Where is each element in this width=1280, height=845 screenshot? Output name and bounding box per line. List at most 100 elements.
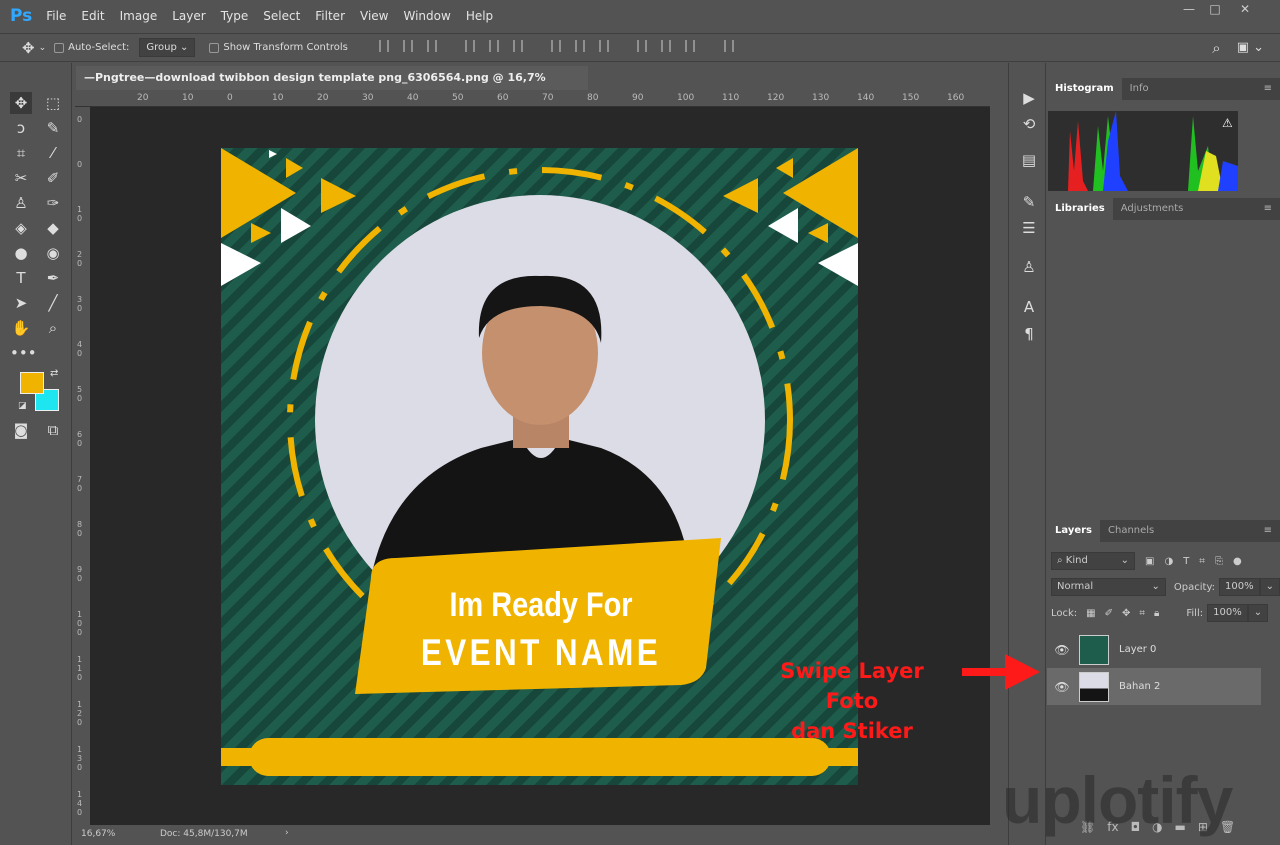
properties-icon[interactable]: ▤ bbox=[1019, 151, 1039, 169]
path-select-icon[interactable]: ➤ bbox=[10, 292, 32, 314]
fill-input[interactable]: 100% bbox=[1207, 604, 1248, 622]
lock-transparent-icon[interactable]: ▦ bbox=[1086, 608, 1095, 619]
move-tool-icon[interactable]: ✥ bbox=[10, 92, 32, 114]
filter-shape-icon[interactable]: ⌗ bbox=[1199, 556, 1205, 567]
blur-tool-icon[interactable]: ● bbox=[10, 242, 32, 264]
filter-toggle[interactable]: ● bbox=[1233, 556, 1242, 567]
close-window-button[interactable]: ✕ bbox=[1234, 2, 1256, 18]
menu-help[interactable]: Help bbox=[466, 9, 493, 23]
align-bottom-icon[interactable] bbox=[426, 40, 437, 52]
quick-mask-icon[interactable]: ◙ bbox=[10, 419, 32, 441]
layer-name[interactable]: Layer 0 bbox=[1119, 644, 1156, 655]
default-colors-icon[interactable]: ◪ bbox=[18, 401, 27, 411]
zoom-level[interactable]: 16,67% bbox=[81, 829, 115, 839]
filter-pixel-icon[interactable]: ▣ bbox=[1145, 556, 1154, 567]
menu-edit[interactable]: Edit bbox=[81, 9, 104, 23]
lock-all-icon[interactable]: 🔒︎ bbox=[1154, 608, 1159, 619]
auto-select-checkbox[interactable] bbox=[54, 42, 65, 53]
auto-select-dropdown[interactable]: Group ⌄ bbox=[139, 38, 196, 57]
opacity-dropdown[interactable]: ⌄ bbox=[1259, 578, 1280, 596]
show-transform-checkbox[interactable] bbox=[209, 42, 220, 53]
menu-select[interactable]: Select bbox=[263, 9, 300, 23]
filter-type-icon[interactable]: T bbox=[1183, 556, 1189, 567]
align-hcenter-icon[interactable] bbox=[489, 40, 500, 52]
align-left-icon[interactable] bbox=[465, 40, 476, 52]
warning-icon[interactable]: ⚠ bbox=[1222, 116, 1233, 130]
tab-layers[interactable]: Layers bbox=[1047, 520, 1100, 542]
tab-histogram[interactable]: Histogram bbox=[1047, 78, 1122, 100]
history-brush-icon[interactable]: ✑ bbox=[42, 192, 64, 214]
stamp-tool-icon[interactable]: ♙ bbox=[10, 192, 32, 214]
distribute-left-icon[interactable] bbox=[637, 40, 648, 52]
tab-channels[interactable]: Channels bbox=[1100, 520, 1162, 542]
screen-mode-icon[interactable]: ⧉ bbox=[42, 419, 64, 441]
paint-bucket-icon[interactable]: ◆ bbox=[42, 217, 64, 239]
lasso-tool-icon[interactable]: ↄ bbox=[10, 117, 32, 139]
menu-image[interactable]: Image bbox=[120, 9, 158, 23]
quick-select-tool-icon[interactable]: ✎ bbox=[42, 117, 64, 139]
zoom-tool-icon[interactable]: ⌕ bbox=[42, 317, 64, 339]
opacity-input[interactable]: 100% bbox=[1219, 578, 1260, 596]
crop-tool-icon[interactable]: ⌗ bbox=[10, 142, 32, 164]
foreground-color-swatch[interactable] bbox=[20, 372, 44, 394]
clone-source-icon[interactable]: ♙ bbox=[1019, 258, 1039, 276]
lock-artboard-icon[interactable]: ⌗ bbox=[1139, 608, 1145, 619]
distribute-vcenter-icon[interactable] bbox=[575, 40, 586, 52]
more-tools-icon[interactable]: ••• bbox=[10, 342, 37, 364]
status-menu-arrow[interactable]: › bbox=[285, 828, 289, 838]
panel-menu-icon[interactable]: ≡ bbox=[1264, 520, 1272, 542]
brush-tool-icon[interactable]: ✐ bbox=[42, 167, 64, 189]
layer-row-layer-0[interactable]: 👁︎ Layer 0 bbox=[1047, 631, 1261, 668]
menu-window[interactable]: Window bbox=[403, 9, 450, 23]
eraser-tool-icon[interactable]: ◈ bbox=[10, 217, 32, 239]
menu-type[interactable]: Type bbox=[221, 9, 249, 23]
distribute-bottom-icon[interactable] bbox=[599, 40, 610, 52]
swap-colors-icon[interactable]: ⇄ bbox=[50, 368, 58, 379]
menu-layer[interactable]: Layer bbox=[172, 9, 205, 23]
dodge-tool-icon[interactable]: ◉ bbox=[42, 242, 64, 264]
eyedropper-tool-icon[interactable]: ⁄ bbox=[42, 142, 64, 164]
minimize-button[interactable]: — bbox=[1178, 2, 1200, 18]
lock-pixels-icon[interactable]: ✐ bbox=[1105, 608, 1113, 619]
fill-dropdown[interactable]: ⌄ bbox=[1247, 604, 1269, 622]
distribute-top-icon[interactable] bbox=[551, 40, 562, 52]
maximize-button[interactable]: □ bbox=[1204, 2, 1226, 18]
visibility-eye-icon[interactable]: 👁︎ bbox=[1047, 643, 1077, 657]
brush-settings-icon[interactable]: ✎ bbox=[1019, 193, 1039, 211]
play-actions-icon[interactable]: ▶ bbox=[1019, 89, 1039, 107]
type-tool-icon[interactable]: T bbox=[10, 267, 32, 289]
panel-menu-icon[interactable]: ≡ bbox=[1264, 198, 1272, 220]
menu-filter[interactable]: Filter bbox=[315, 9, 345, 23]
adjust-sliders-icon[interactable]: ☰ bbox=[1019, 219, 1039, 237]
layer-filter-dropdown[interactable]: ⌕ Kind ⌄ bbox=[1051, 552, 1135, 570]
align-vcenter-icon[interactable] bbox=[402, 40, 413, 52]
move-tool-icon[interactable]: ✥ bbox=[22, 39, 35, 57]
align-right-icon[interactable] bbox=[513, 40, 524, 52]
distribute-right-icon[interactable] bbox=[685, 40, 696, 52]
blend-mode-dropdown[interactable]: Normal ⌄ bbox=[1051, 578, 1166, 596]
menu-view[interactable]: View bbox=[360, 9, 388, 23]
paragraph-icon[interactable]: ¶ bbox=[1019, 325, 1039, 343]
panel-menu-icon[interactable]: ≡ bbox=[1264, 78, 1272, 100]
marquee-tool-icon[interactable]: ⬚ bbox=[42, 92, 64, 114]
filter-smart-icon[interactable]: ⎘ bbox=[1215, 556, 1223, 567]
lock-position-icon[interactable]: ✥ bbox=[1122, 608, 1130, 619]
menu-file[interactable]: File bbox=[46, 9, 66, 23]
healing-tool-icon[interactable]: ✂ bbox=[10, 167, 32, 189]
tab-info[interactable]: Info bbox=[1122, 78, 1157, 100]
layer-row-bahan-2[interactable]: 👁︎ Bahan 2 bbox=[1047, 668, 1261, 705]
document-tab[interactable]: —Pngtree—download twibbon design templat… bbox=[76, 66, 588, 108]
history-icon[interactable]: ⟲ bbox=[1019, 115, 1039, 133]
workspace-icon[interactable]: ▣ ⌄ bbox=[1237, 40, 1264, 55]
distribute-hcenter-icon[interactable] bbox=[661, 40, 672, 52]
pen-tool-icon[interactable]: ✒ bbox=[42, 267, 64, 289]
visibility-eye-icon[interactable]: 👁︎ bbox=[1047, 680, 1077, 694]
character-icon[interactable]: A bbox=[1019, 298, 1039, 316]
auto-align-icon[interactable] bbox=[723, 40, 734, 52]
line-tool-icon[interactable]: ╱ bbox=[42, 292, 64, 314]
search-icon[interactable]: ⌕ bbox=[1212, 39, 1220, 57]
layer-name[interactable]: Bahan 2 bbox=[1119, 681, 1160, 692]
tab-adjustments[interactable]: Adjustments bbox=[1113, 198, 1192, 220]
tab-libraries[interactable]: Libraries bbox=[1047, 198, 1113, 220]
align-top-icon[interactable] bbox=[378, 40, 389, 52]
